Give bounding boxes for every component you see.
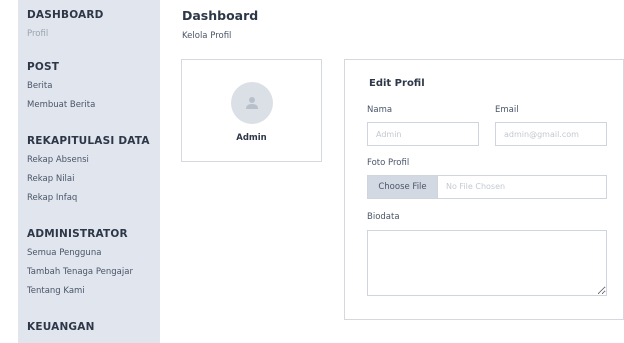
nav-heading-administrator: ADMINISTRATOR [27,228,128,240]
sidebar: DASHBOARD Profil POST Berita Membuat Ber… [18,0,160,343]
file-input[interactable]: Choose File No File Chosen [367,175,607,199]
name-label: Nama [367,105,393,115]
email-input[interactable] [495,122,607,146]
sidebar-item-semua-pengguna[interactable]: Semua Pengguna [27,247,160,259]
user-icon [246,97,258,109]
profile-name: Admin [236,133,267,143]
sidebar-item-rekap-infaq[interactable]: Rekap Infaq [27,192,160,204]
sidebar-item-berita[interactable]: Berita [27,80,160,92]
photo-label: Foto Profil [367,158,410,168]
email-label: Email [495,105,519,115]
sidebar-item-rekap-nilai[interactable]: Rekap Nilai [27,173,160,185]
sidebar-item-membuat-berita[interactable]: Membuat Berita [27,99,160,111]
nav-heading-rekapitulasi-data: REKAPITULASI DATA [27,135,150,147]
nav-heading-post: POST [27,61,60,73]
profile-card: Admin [181,59,322,162]
avatar [231,82,273,124]
nav-heading-keuangan: KEUANGAN [27,321,95,333]
edit-profile-title: Edit Profil [369,78,425,89]
name-input[interactable] [367,122,479,146]
page-title: Dashboard [182,8,259,23]
choose-file-button[interactable]: Choose File [368,176,438,198]
sidebar-item-tentang-kami[interactable]: Tentang Kami [27,285,160,297]
file-status-text: No File Chosen [446,182,506,191]
bio-textarea[interactable] [367,230,607,296]
edit-profile-card: Edit Profil Nama Email Foto Profil Choos… [344,59,624,320]
sidebar-item-profil[interactable]: Profil [27,28,160,40]
nav-heading-dashboard: DASHBOARD [27,9,104,21]
sidebar-item-rekap-absensi[interactable]: Rekap Absensi [27,154,160,166]
bio-label: Biodata [367,212,400,222]
sidebar-item-tambah-tenaga-pengajar[interactable]: Tambah Tenaga Pengajar [27,266,160,278]
page-subtitle: Kelola Profil [182,31,232,41]
